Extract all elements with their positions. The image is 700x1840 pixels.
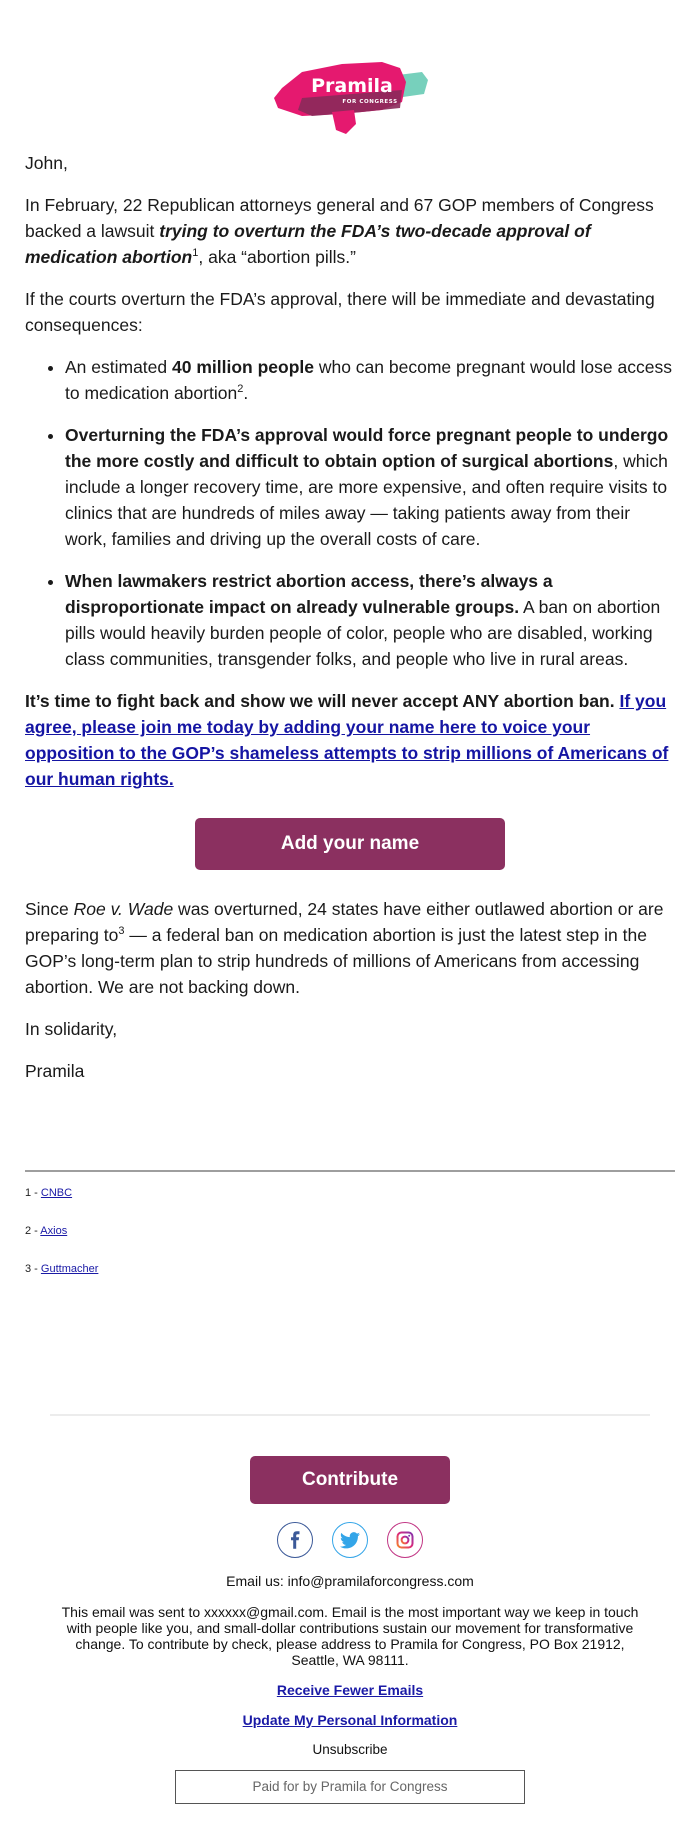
list-item: An estimated 40 million people who can b… xyxy=(65,354,675,406)
receive-fewer-emails-link[interactable]: Receive Fewer Emails xyxy=(0,1682,700,1698)
header: Pramila FOR CONGRESS xyxy=(0,0,700,150)
logo-subtitle: FOR CONGRESS xyxy=(342,99,397,105)
footnote-link-axios[interactable]: Axios xyxy=(40,1225,67,1237)
facebook-link[interactable] xyxy=(277,1522,313,1558)
instagram-icon xyxy=(396,1531,414,1549)
email-body: John, In February, 22 Republican attorne… xyxy=(0,150,700,1084)
email-us-text: Email us: info@pramilaforcongress.com xyxy=(226,1573,474,1589)
contribute-button[interactable]: Contribute xyxy=(250,1456,450,1504)
cta-paragraph: It’s time to fight back and show we will… xyxy=(25,688,675,792)
intro-text-tail: , aka “abortion pills.” xyxy=(198,247,356,267)
add-your-name-button[interactable]: Add your name xyxy=(195,818,505,870)
cta-bold-text: It’s time to fight back and show we will… xyxy=(25,691,620,711)
footnote-number: 3 - xyxy=(25,1263,41,1275)
disclaimer-text: This email was sent to xxxxxx@gmail.com.… xyxy=(61,1604,639,1668)
consequences-paragraph: If the courts overturn the FDA’s approva… xyxy=(25,289,655,335)
footnote-item: 3 - Guttmacher xyxy=(25,1262,675,1276)
instagram-link[interactable] xyxy=(387,1522,423,1558)
footnote-number: 1 - xyxy=(25,1187,41,1199)
roe-italic: Roe v. Wade xyxy=(73,899,174,919)
footnotes: 1 - CNBC 2 - Axios 3 - Guttmacher xyxy=(0,1172,700,1276)
email-page: Pramila FOR CONGRESS John, In February, … xyxy=(0,0,700,1804)
bullet-text: An estimated xyxy=(65,357,172,377)
cta-button-row: Add your name xyxy=(25,818,675,870)
bullet-bold: Overturning the FDA’s approval would for… xyxy=(65,425,669,471)
logo-name: Pramila xyxy=(311,75,393,97)
footnote-number: 2 - xyxy=(25,1225,41,1237)
facebook-icon xyxy=(291,1531,300,1549)
twitter-link[interactable] xyxy=(332,1522,368,1558)
unsubscribe-link[interactable]: Unsubscribe xyxy=(0,1742,700,1758)
paid-for-disclaimer: Paid for by Pramila for Congress xyxy=(175,1770,525,1804)
bullet-text: . xyxy=(243,383,249,403)
greeting: John, xyxy=(25,153,68,173)
list-item: Overturning the FDA’s approval would for… xyxy=(65,422,675,552)
pramila-logo[interactable]: Pramila FOR CONGRESS xyxy=(272,58,432,136)
list-item: When lawmakers restrict abortion access,… xyxy=(65,568,675,672)
logo-graphic: Pramila FOR CONGRESS xyxy=(274,62,428,134)
twitter-icon xyxy=(340,1531,360,1548)
footnote-item: 1 - CNBC xyxy=(25,1186,675,1200)
social-links xyxy=(0,1522,700,1558)
intro-paragraph: In February, 22 Republican attorneys gen… xyxy=(25,192,675,270)
update-personal-info-link[interactable]: Update My Personal Information xyxy=(0,1712,700,1728)
roe-paragraph: Since Roe v. Wade was overturned, 24 sta… xyxy=(25,896,675,1000)
footnote-link-guttmacher[interactable]: Guttmacher xyxy=(41,1263,98,1275)
bullet-bold: 40 million people xyxy=(172,357,314,377)
bullet-bold: When lawmakers restrict abortion access,… xyxy=(65,571,553,617)
roe-text: Since xyxy=(25,899,74,919)
closing: In solidarity, xyxy=(25,1019,118,1039)
consequences-list: An estimated 40 million people who can b… xyxy=(25,354,675,672)
footer: Contribute Email us: info@pramilaforcong… xyxy=(0,1416,700,1804)
footnote-item: 2 - Axios xyxy=(25,1224,675,1238)
signature: Pramila xyxy=(25,1061,85,1081)
footnote-link-cnbc[interactable]: CNBC xyxy=(41,1187,72,1199)
